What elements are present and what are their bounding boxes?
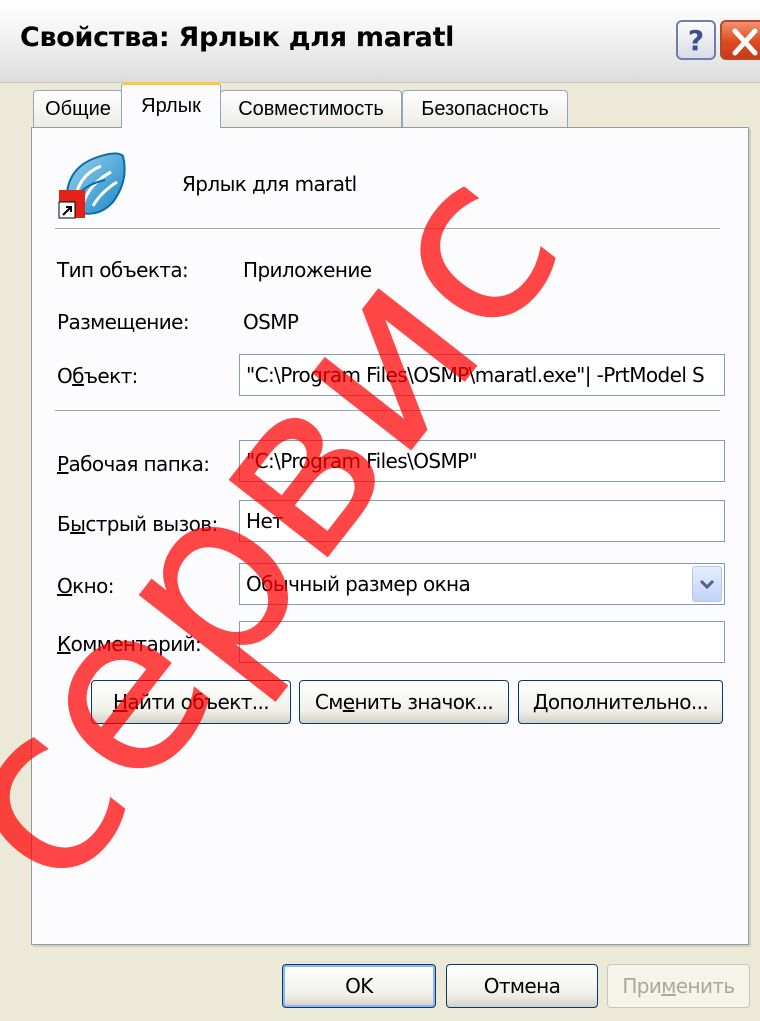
window-mode-selected-value: Обычный размер окна — [246, 572, 471, 596]
find-target-button[interactable]: Найти объект... — [91, 680, 291, 724]
comment-input[interactable] — [239, 621, 725, 663]
advanced-accel: Д — [532, 690, 549, 714]
tab-shortcut-label: Ярлык — [141, 95, 201, 117]
workdir-label-post: абочая папка: — [68, 452, 210, 476]
tab-general[interactable]: Общие — [33, 90, 123, 128]
tab-security-label: Безопасность — [421, 98, 549, 120]
tab-shortcut[interactable]: Ярлык — [121, 82, 221, 128]
window-mode-select[interactable]: Обычный размер окна — [239, 563, 725, 605]
tab-compatibility-label: Совместимость — [238, 98, 384, 120]
object-type-label: Тип объекта: — [57, 258, 189, 282]
dropdown-button[interactable] — [692, 566, 722, 602]
title-bar[interactable]: Свойства: Ярлык для maratl ? — [0, 0, 760, 83]
target-label: Объект: — [57, 364, 138, 388]
change-icon-accel: е — [342, 690, 355, 714]
object-type-value: Приложение — [243, 258, 372, 282]
workdir-input[interactable]: "C:\Program Files\OSMP" — [239, 440, 725, 482]
shortcut-name: Ярлык для maratl — [182, 172, 357, 196]
hotkey-input[interactable]: Нет — [239, 500, 725, 542]
find-target-label: айти объект... — [127, 690, 270, 714]
change-icon-label: нить значок... — [354, 690, 494, 714]
apply-button[interactable]: При м енить — [607, 964, 750, 1008]
help-button[interactable]: ? — [676, 20, 716, 60]
hotkey-label: Быстрый вызов: — [57, 512, 218, 536]
location-label: Размещение: — [57, 310, 190, 334]
window-mode-label: Окно: — [57, 574, 114, 598]
target-input[interactable]: "C:\Program Files\OSMP\maratl.exe"| -Prt… — [239, 354, 725, 396]
target-label-pre: О — [57, 364, 73, 388]
comment-label-post: омментарий: — [70, 632, 202, 656]
location-value: OSMP — [243, 310, 299, 334]
divider-top — [55, 228, 720, 230]
close-icon — [732, 28, 758, 56]
comment-label-accel: К — [57, 632, 71, 656]
ok-button[interactable]: OK — [282, 964, 436, 1008]
window-mode-label-post: кно: — [72, 574, 114, 598]
tab-compatibility[interactable]: Совместимость — [220, 90, 402, 128]
tab-security[interactable]: Безопасность — [402, 90, 568, 128]
change-icon-pre: См — [314, 690, 343, 714]
shortcut-app-icon — [55, 150, 127, 222]
find-target-accel: Н — [112, 690, 128, 714]
window-title: Свойства: Ярлык для maratl — [20, 22, 455, 53]
workdir-label: Рабочая папка: — [57, 452, 210, 476]
cancel-button[interactable]: Отмена — [446, 964, 598, 1008]
comment-label: Комментарий: — [57, 632, 202, 656]
divider-middle — [55, 410, 720, 412]
hotkey-label-post: стрый вызов: — [85, 512, 218, 536]
close-button[interactable] — [720, 20, 760, 60]
target-label-post: ъект: — [83, 364, 139, 388]
tab-general-label: Общие — [45, 98, 111, 120]
hotkey-label-pre: Б — [57, 512, 71, 536]
apply-pre: При — [622, 974, 662, 998]
chevron-down-icon — [699, 579, 715, 590]
advanced-label: ополнительно... — [547, 690, 709, 714]
advanced-button[interactable]: Дополнительно... — [518, 680, 723, 724]
window-mode-label-accel: О — [57, 574, 73, 598]
apply-accel: м — [661, 974, 676, 998]
apply-label: енить — [675, 974, 735, 998]
workdir-label-accel: Р — [57, 452, 69, 476]
change-icon-button[interactable]: См е нить значок... — [299, 680, 509, 724]
target-label-accel: б — [72, 364, 84, 388]
hotkey-label-accel: ы — [70, 512, 86, 536]
